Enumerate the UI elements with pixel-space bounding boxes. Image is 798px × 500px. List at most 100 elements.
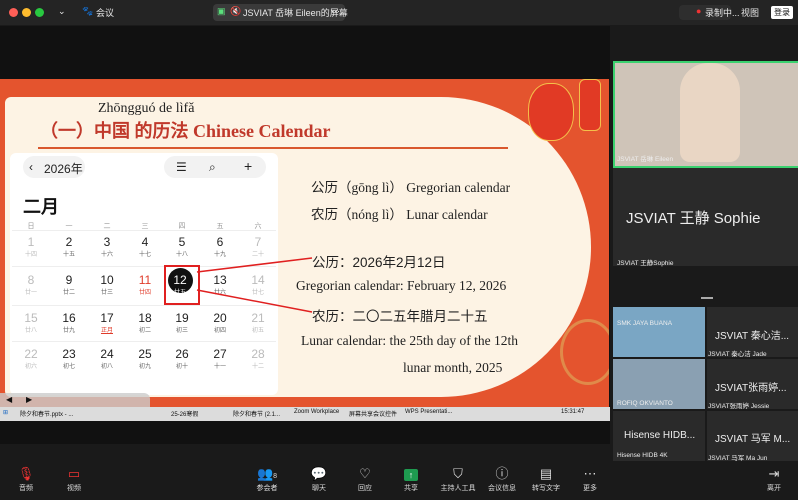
host-tools-button[interactable]: ⛉ 主持人工具 [436, 465, 480, 493]
lunar-date-line2: lunar month, 2025 [403, 360, 503, 375]
participants-button[interactable]: 👥8 参会者 [245, 465, 289, 493]
calendar-day[interactable]: 25 初九 [126, 347, 164, 370]
list-icon[interactable]: ☰ [176, 160, 187, 174]
participant-name-large: JSVIAT 秦心洁... [715, 331, 790, 342]
calendar-day[interactable]: 8 廿一 [12, 273, 50, 296]
mic-off-icon: 🎙 [17, 466, 35, 481]
participant-name-large: JSVIAT 王静 Sophie [626, 210, 761, 227]
document-icon: ▤ [539, 466, 553, 481]
zoom-window-button[interactable] [35, 8, 44, 17]
paw-icon: 🐾 [82, 6, 94, 16]
calendar-day[interactable]: 10 廿三 [88, 273, 126, 296]
calendar-day[interactable]: 9 廿二 [50, 273, 88, 296]
close-window-button[interactable] [9, 8, 18, 17]
taskbar-item[interactable]: WPS Presentati... [405, 409, 452, 415]
add-icon[interactable]: + [244, 158, 252, 174]
more-button[interactable]: ⋯ 更多 [568, 465, 612, 493]
calendar-day[interactable]: 24 初八 [88, 347, 126, 370]
react-button[interactable]: ♡ 回应 [343, 465, 387, 493]
search-icon[interactable]: ⌕ [209, 160, 216, 175]
calendar-day[interactable]: 22 初六 [12, 347, 50, 370]
participant-name-tag: JSVIAT张雨婷 Jessie [708, 403, 770, 410]
meeting-info-button[interactable]: ⓘ 会议信息 [480, 465, 524, 493]
prev-slide-icon[interactable]: ◀ [6, 395, 12, 404]
title-underline [38, 147, 508, 149]
presenter-face [680, 63, 740, 162]
exit-icon: ⇥ [768, 466, 780, 481]
calendar-day[interactable]: 5 十八 [163, 235, 201, 258]
leave-button[interactable]: ⇥ 离开 [752, 465, 796, 493]
heart-icon: ♡ [359, 466, 371, 481]
info-icon: ⓘ [495, 466, 509, 481]
login-button[interactable]: 登录 [771, 6, 793, 19]
calendar-day[interactable]: 4 十七 [126, 235, 164, 258]
calendar-day[interactable]: 21 初五 [239, 311, 277, 334]
lantern-decoration [528, 83, 574, 141]
calendar-day[interactable]: 14 廿七 [239, 273, 277, 296]
calendar-day[interactable]: 2 十五 [50, 235, 88, 258]
slide-pinyin: Zhōngguó de lìfǎ [98, 101, 195, 116]
recording-label: 录制中... [705, 8, 740, 18]
chevron-left-icon[interactable]: ‹ [29, 160, 33, 174]
play-icon[interactable]: ▶ [26, 395, 32, 404]
shield-icon: ⛉ [453, 466, 463, 481]
participant-tile-jade[interactable] [613, 307, 705, 357]
calendar-day[interactable]: 27 十一 [201, 347, 239, 370]
calendar-day[interactable]: 19 初三 [163, 311, 201, 334]
cloud-decoration [560, 319, 609, 385]
calendar-day[interactable]: 15 廿八 [12, 311, 50, 334]
slide-title: （一）中国 的历法 Chinese Calendar [40, 121, 331, 141]
calendar-day[interactable]: 23 初七 [50, 347, 88, 370]
minimize-window-button[interactable] [22, 8, 31, 17]
participant-name-tag: JSVIAT 王静Sophie [617, 260, 674, 267]
calendar-day[interactable]: 20 初四 [201, 311, 239, 334]
calendar-day[interactable]: 3 十六 [88, 235, 126, 258]
share-button[interactable]: ↑ 共享 [389, 465, 433, 493]
gregorian-date: Gregorian calendar: February 12, 2026 [296, 278, 507, 293]
participant-top-label: SMK JAYA BUANA [617, 320, 673, 327]
calendar-day[interactable]: 1 十四 [12, 235, 50, 258]
windows-start-icon[interactable]: ⊞ [3, 409, 8, 416]
chevron-down-icon[interactable]: ⌄ [58, 6, 66, 17]
meeting-label[interactable]: 会议 [96, 6, 114, 19]
participant-name-tag: Hisense HIDB 4K [617, 452, 668, 459]
taskbar-item[interactable]: 除夕和春节 (2.1... [233, 409, 280, 418]
week-divider [12, 230, 276, 231]
more-options-icon[interactable]: ⋯ [331, 6, 340, 17]
taskbar-item[interactable]: 屏幕共享会议控件 [349, 409, 397, 418]
participant-name-tag: JSVIAT 秦心洁 Jade [708, 351, 767, 358]
panel-divider-handle[interactable] [701, 297, 713, 299]
week-divider [12, 266, 276, 267]
transcript-button[interactable]: ▤ 转写文字 [524, 465, 568, 493]
video-button[interactable]: ▭ 视频 [52, 465, 96, 493]
nongli-line: 农历（nóng lì） Lunar calendar [311, 207, 488, 222]
participant-name-large: JSVIAT张雨婷... [715, 383, 787, 394]
view-button[interactable]: 视图 [741, 6, 759, 19]
calendar-day[interactable]: 13 廿六 [201, 273, 239, 296]
calendar-day[interactable]: 11 廿四 [126, 273, 164, 296]
video-off-icon: ▭ [67, 466, 81, 481]
chat-icon: 💬 [310, 466, 328, 481]
taskbar-item[interactable]: 除夕和春节.pptx - ... [20, 409, 73, 418]
gongli-line: 公历（gōng lì） Gregorian calendar [311, 180, 511, 195]
calendar-day[interactable]: 28 十二 [239, 347, 277, 370]
share-arrow-icon: ↑ [389, 465, 433, 483]
calendar-day[interactable]: 18 初二 [126, 311, 164, 334]
calendar-day[interactable]: 16 廿九 [50, 311, 88, 334]
mic-off-icon: 🔇 [230, 6, 242, 16]
calendar-day[interactable]: 6 十九 [201, 235, 239, 258]
chat-button[interactable]: 💬 聊天 [297, 465, 341, 493]
calendar-day[interactable]: 17 正月 [88, 311, 126, 334]
participant-name-tag: JSVIAT 马军 Ma Jun [708, 455, 768, 462]
calendar-year: 2026年 [44, 162, 83, 176]
nongli-date: 农历：二〇二五年腊月二十五 [312, 309, 488, 324]
audio-button[interactable]: 🎙 音频 [4, 465, 48, 493]
taskbar-item[interactable]: 25-26寒假 [171, 409, 198, 418]
gongli-date: 公历：2026年2月12日 [312, 255, 446, 270]
taskbar-clock: 15:31:47 [561, 409, 585, 415]
highlight-box [164, 265, 200, 305]
calendar-day[interactable]: 7 二十 [239, 235, 277, 258]
calendar-day[interactable]: 26 初十 [163, 347, 201, 370]
people-icon: 👥8 [256, 466, 278, 481]
taskbar-item[interactable]: Zoom Workplace [294, 409, 339, 415]
